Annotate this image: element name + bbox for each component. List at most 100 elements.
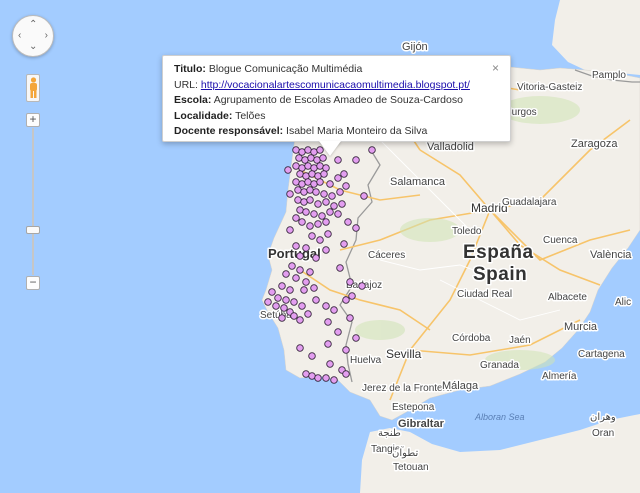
school-marker[interactable] (272, 302, 280, 310)
school-marker[interactable] (310, 210, 318, 218)
school-marker[interactable] (324, 318, 332, 326)
school-marker[interactable] (342, 346, 350, 354)
school-marker[interactable] (336, 188, 344, 196)
pan-left-icon[interactable]: ‹ (18, 31, 21, 41)
school-marker[interactable] (334, 210, 342, 218)
school-marker[interactable] (344, 218, 352, 226)
school-marker[interactable] (352, 334, 360, 342)
school-marker[interactable] (292, 242, 300, 250)
school-marker[interactable] (300, 286, 308, 294)
school-marker[interactable] (322, 302, 330, 310)
school-marker[interactable] (314, 200, 322, 208)
school-marker[interactable] (338, 200, 346, 208)
school-marker[interactable] (340, 240, 348, 248)
school-marker[interactable] (312, 296, 320, 304)
school-marker[interactable] (334, 156, 342, 164)
school-marker[interactable] (278, 282, 286, 290)
school-marker[interactable] (308, 232, 316, 240)
school-marker[interactable] (302, 208, 310, 216)
school-marker[interactable] (342, 182, 350, 190)
school-marker[interactable] (322, 218, 330, 226)
school-marker[interactable] (320, 190, 328, 198)
school-marker[interactable] (322, 246, 330, 254)
school-marker[interactable] (348, 292, 356, 300)
school-marker[interactable] (292, 214, 300, 222)
school-marker[interactable] (284, 166, 292, 174)
school-marker[interactable] (278, 314, 286, 322)
school-marker[interactable] (306, 222, 314, 230)
school-marker[interactable] (336, 264, 344, 272)
school-marker[interactable] (298, 218, 306, 226)
school-marker[interactable] (306, 196, 314, 204)
school-marker[interactable] (324, 230, 332, 238)
school-marker[interactable] (288, 262, 296, 270)
school-marker[interactable] (312, 254, 320, 262)
school-marker[interactable] (322, 374, 330, 382)
school-marker[interactable] (280, 304, 288, 312)
school-marker[interactable] (330, 306, 338, 314)
school-marker[interactable] (290, 298, 298, 306)
school-marker[interactable] (282, 296, 290, 304)
school-marker[interactable] (314, 374, 322, 382)
school-marker[interactable] (346, 278, 354, 286)
school-marker[interactable] (282, 270, 290, 278)
school-marker[interactable] (330, 202, 338, 210)
school-marker[interactable] (314, 220, 322, 228)
school-marker[interactable] (368, 146, 376, 154)
map-canvas[interactable]: Gijón Vitoria-Gasteiz Pamplo Burgos Vall… (0, 0, 640, 493)
school-marker[interactable] (326, 180, 334, 188)
school-marker[interactable] (342, 370, 350, 378)
zoom-slider-thumb[interactable] (26, 226, 40, 234)
school-marker[interactable] (360, 192, 368, 200)
url-link[interactable]: http://vocacionalartescomunicacaomultime… (201, 79, 470, 91)
school-marker[interactable] (352, 224, 360, 232)
school-marker[interactable] (316, 178, 324, 186)
school-marker[interactable] (264, 298, 272, 306)
school-marker[interactable] (342, 296, 350, 304)
school-marker[interactable] (346, 314, 354, 322)
school-marker[interactable] (274, 294, 282, 302)
school-marker[interactable] (334, 174, 342, 182)
zoom-slider-track[interactable] (32, 128, 34, 275)
school-marker[interactable] (334, 328, 342, 336)
school-marker[interactable] (292, 274, 300, 282)
school-marker[interactable] (320, 170, 328, 178)
school-marker[interactable] (286, 190, 294, 198)
school-marker[interactable] (298, 302, 306, 310)
school-marker[interactable] (316, 236, 324, 244)
zoom-out-button[interactable]: − (26, 276, 40, 290)
zoom-in-button[interactable]: + (26, 113, 40, 127)
school-marker[interactable] (322, 198, 330, 206)
school-marker[interactable] (326, 208, 334, 216)
school-marker[interactable] (330, 376, 338, 384)
school-marker[interactable] (326, 360, 334, 368)
school-marker[interactable] (340, 170, 348, 178)
school-marker[interactable] (328, 192, 336, 200)
school-marker[interactable] (302, 278, 310, 286)
pan-down-icon[interactable]: ⌄ (29, 42, 37, 52)
school-marker[interactable] (312, 188, 320, 196)
street-view-pegman[interactable] (26, 74, 40, 102)
school-marker[interactable] (286, 226, 294, 234)
school-marker[interactable] (318, 212, 326, 220)
close-icon[interactable]: × (492, 62, 499, 74)
school-marker[interactable] (268, 288, 276, 296)
school-marker[interactable] (304, 310, 312, 318)
school-marker[interactable] (286, 286, 294, 294)
school-marker[interactable] (310, 284, 318, 292)
pan-control[interactable]: ⌃ ⌄ ‹ › (12, 15, 54, 57)
school-marker[interactable] (296, 252, 304, 260)
school-marker[interactable] (296, 266, 304, 274)
school-marker[interactable] (306, 268, 314, 276)
pan-up-icon[interactable]: ⌃ (29, 20, 37, 30)
school-marker[interactable] (296, 316, 304, 324)
school-marker[interactable] (324, 340, 332, 348)
school-marker[interactable] (358, 282, 366, 290)
school-marker[interactable] (290, 312, 298, 320)
pan-right-icon[interactable]: › (45, 31, 48, 41)
school-marker[interactable] (302, 244, 310, 252)
label-espana: España (463, 242, 534, 263)
school-marker[interactable] (296, 344, 304, 352)
school-marker[interactable] (352, 156, 360, 164)
school-marker[interactable] (308, 352, 316, 360)
